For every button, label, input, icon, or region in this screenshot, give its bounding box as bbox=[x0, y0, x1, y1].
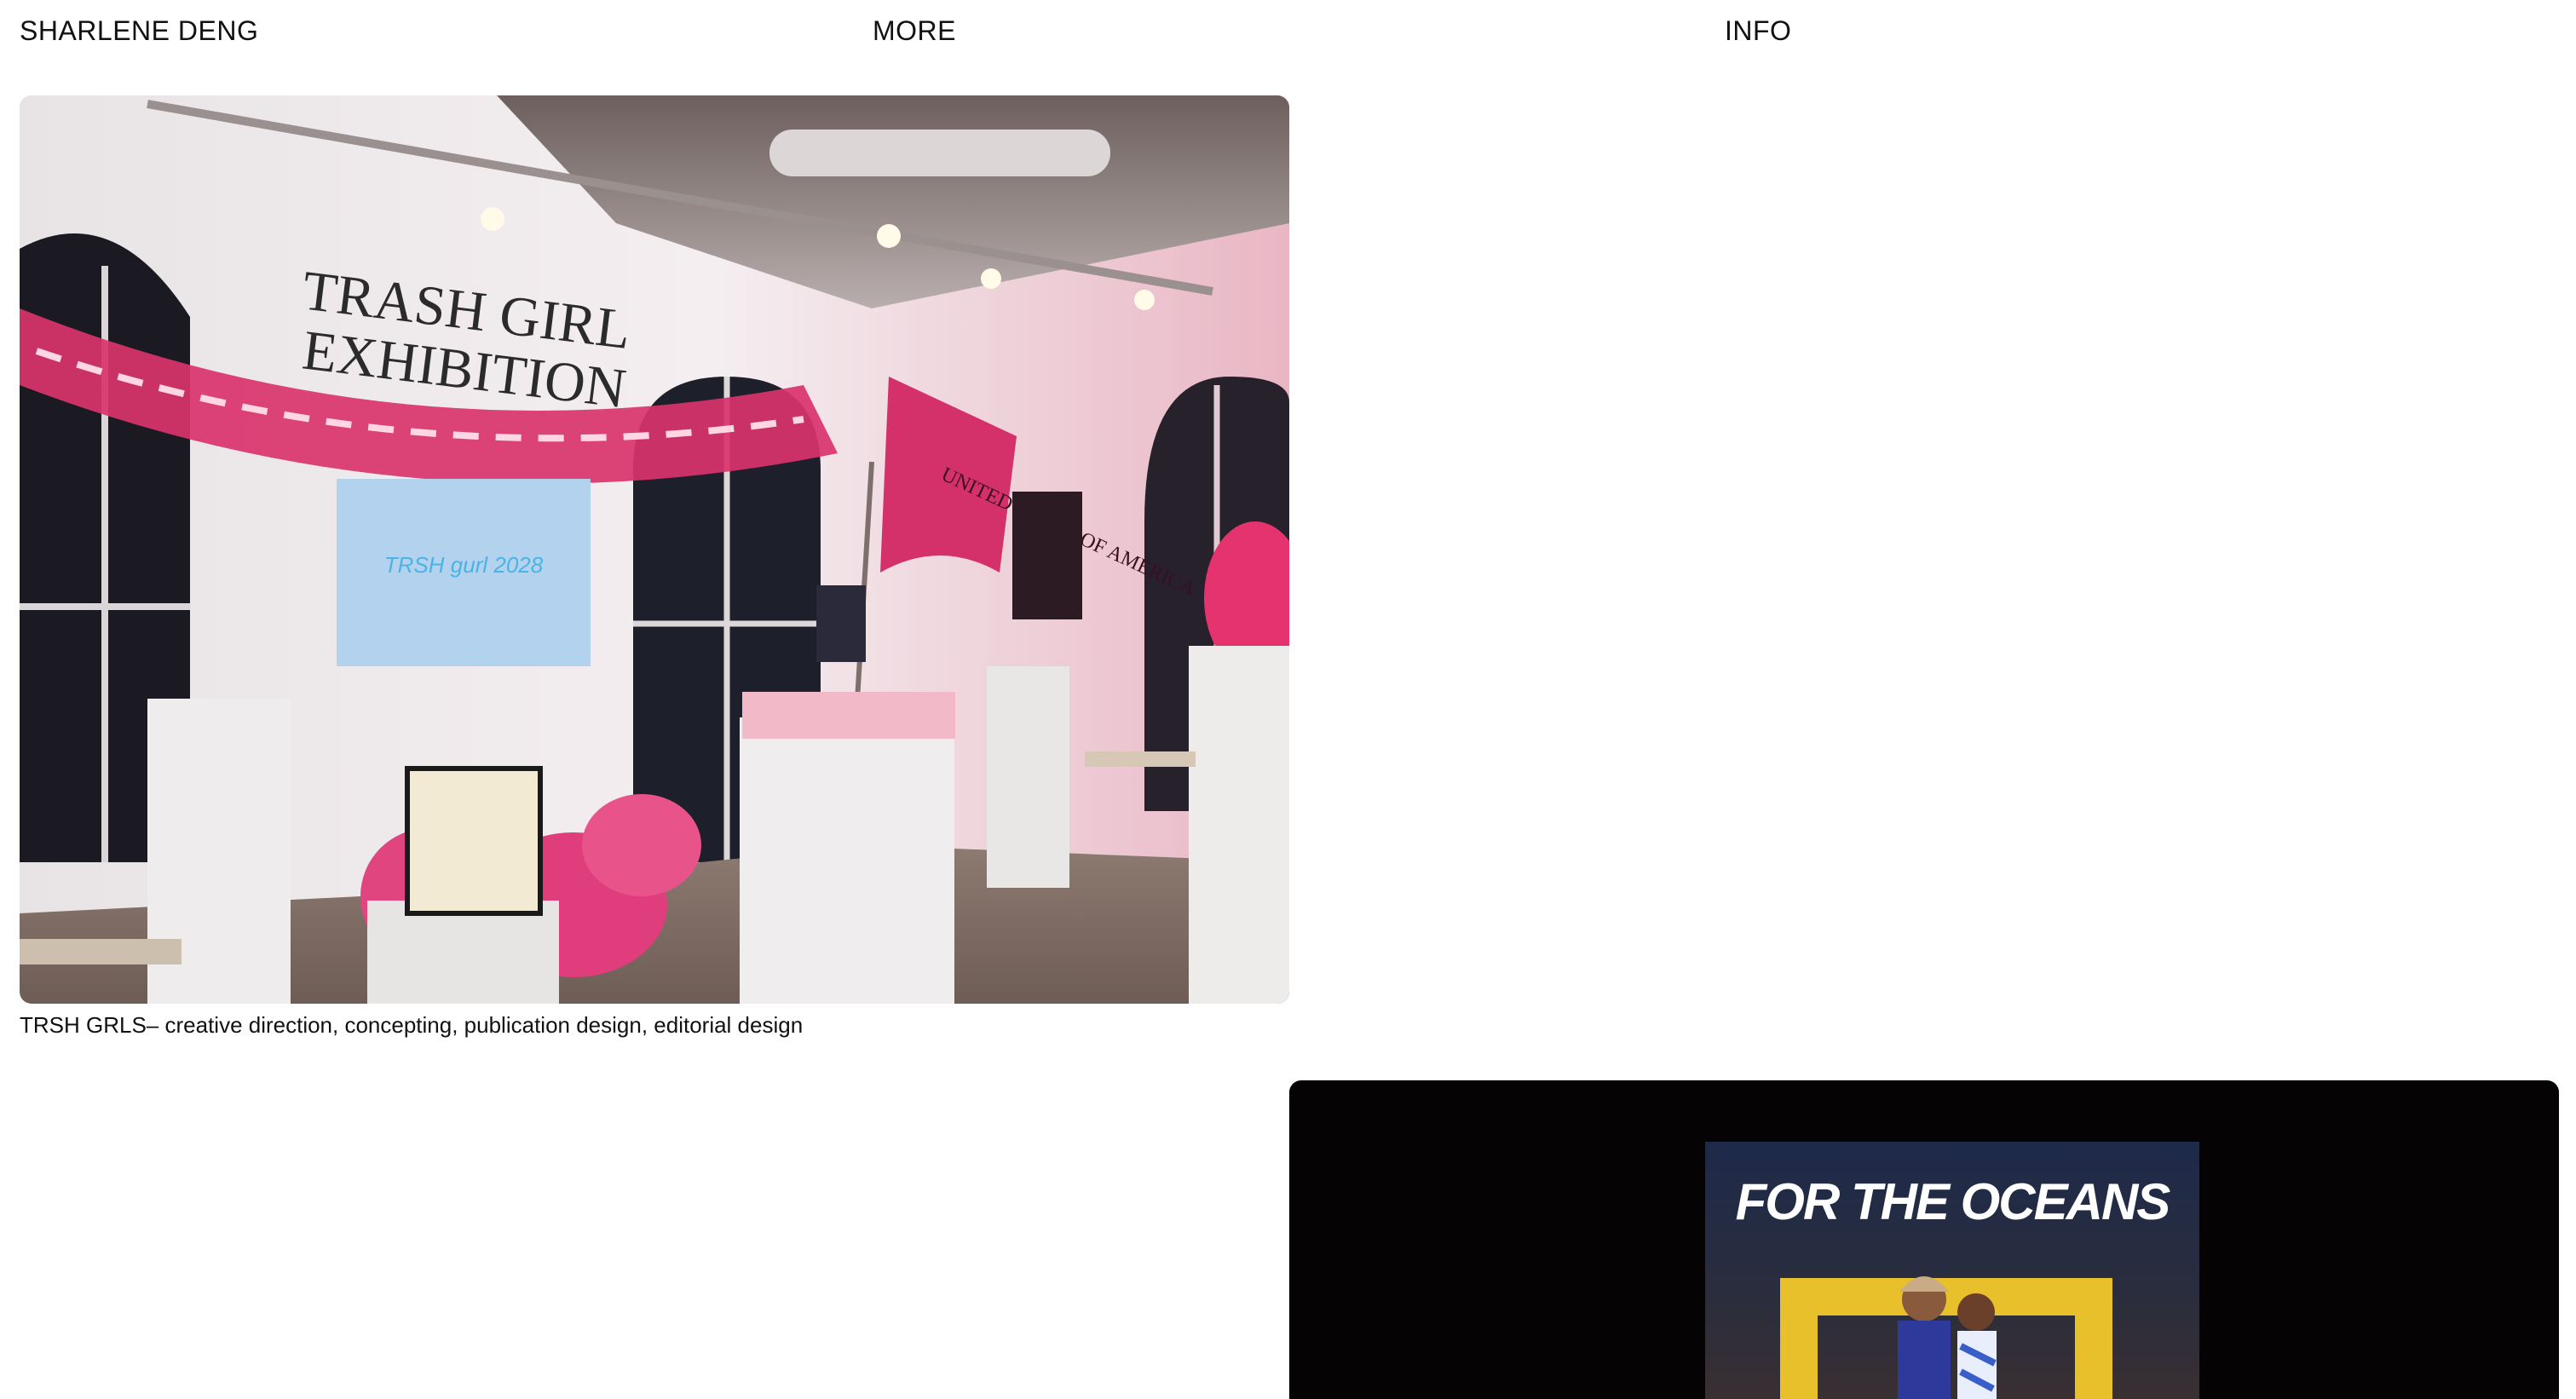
project-trsh-grls[interactable]: TRASH GIRL EXHIBITION TRSH gurl 2028 UNI… bbox=[20, 95, 1289, 1039]
cover-people-illustration bbox=[1898, 1276, 1997, 1399]
site-name-link[interactable]: SHARLENE DENG bbox=[20, 14, 258, 48]
nav-more-link[interactable]: MORE bbox=[873, 14, 956, 48]
project-image-gallery[interactable]: FOR THE OCEANS bbox=[1289, 1080, 2559, 1399]
nav-info-link[interactable]: INFO bbox=[1725, 14, 1791, 48]
project-for-the-oceans[interactable]: FOR THE OCEANS bbox=[1289, 1080, 2559, 1399]
exhibition-photo: TRASH GIRL EXHIBITION TRSH gurl 2028 UNI… bbox=[20, 95, 1289, 1004]
screen-text: TRSH gurl 2028 bbox=[384, 552, 544, 578]
site-header: SHARLENE DENG MORE INFO bbox=[0, 0, 2576, 60]
magazine-cover: FOR THE OCEANS bbox=[1705, 1142, 2199, 1399]
project-caption: TRSH GRLS– creative direction, conceptin… bbox=[20, 1012, 804, 1038]
project-image-gallery[interactable]: TRASH GIRL EXHIBITION TRSH gurl 2028 UNI… bbox=[20, 95, 1289, 1004]
